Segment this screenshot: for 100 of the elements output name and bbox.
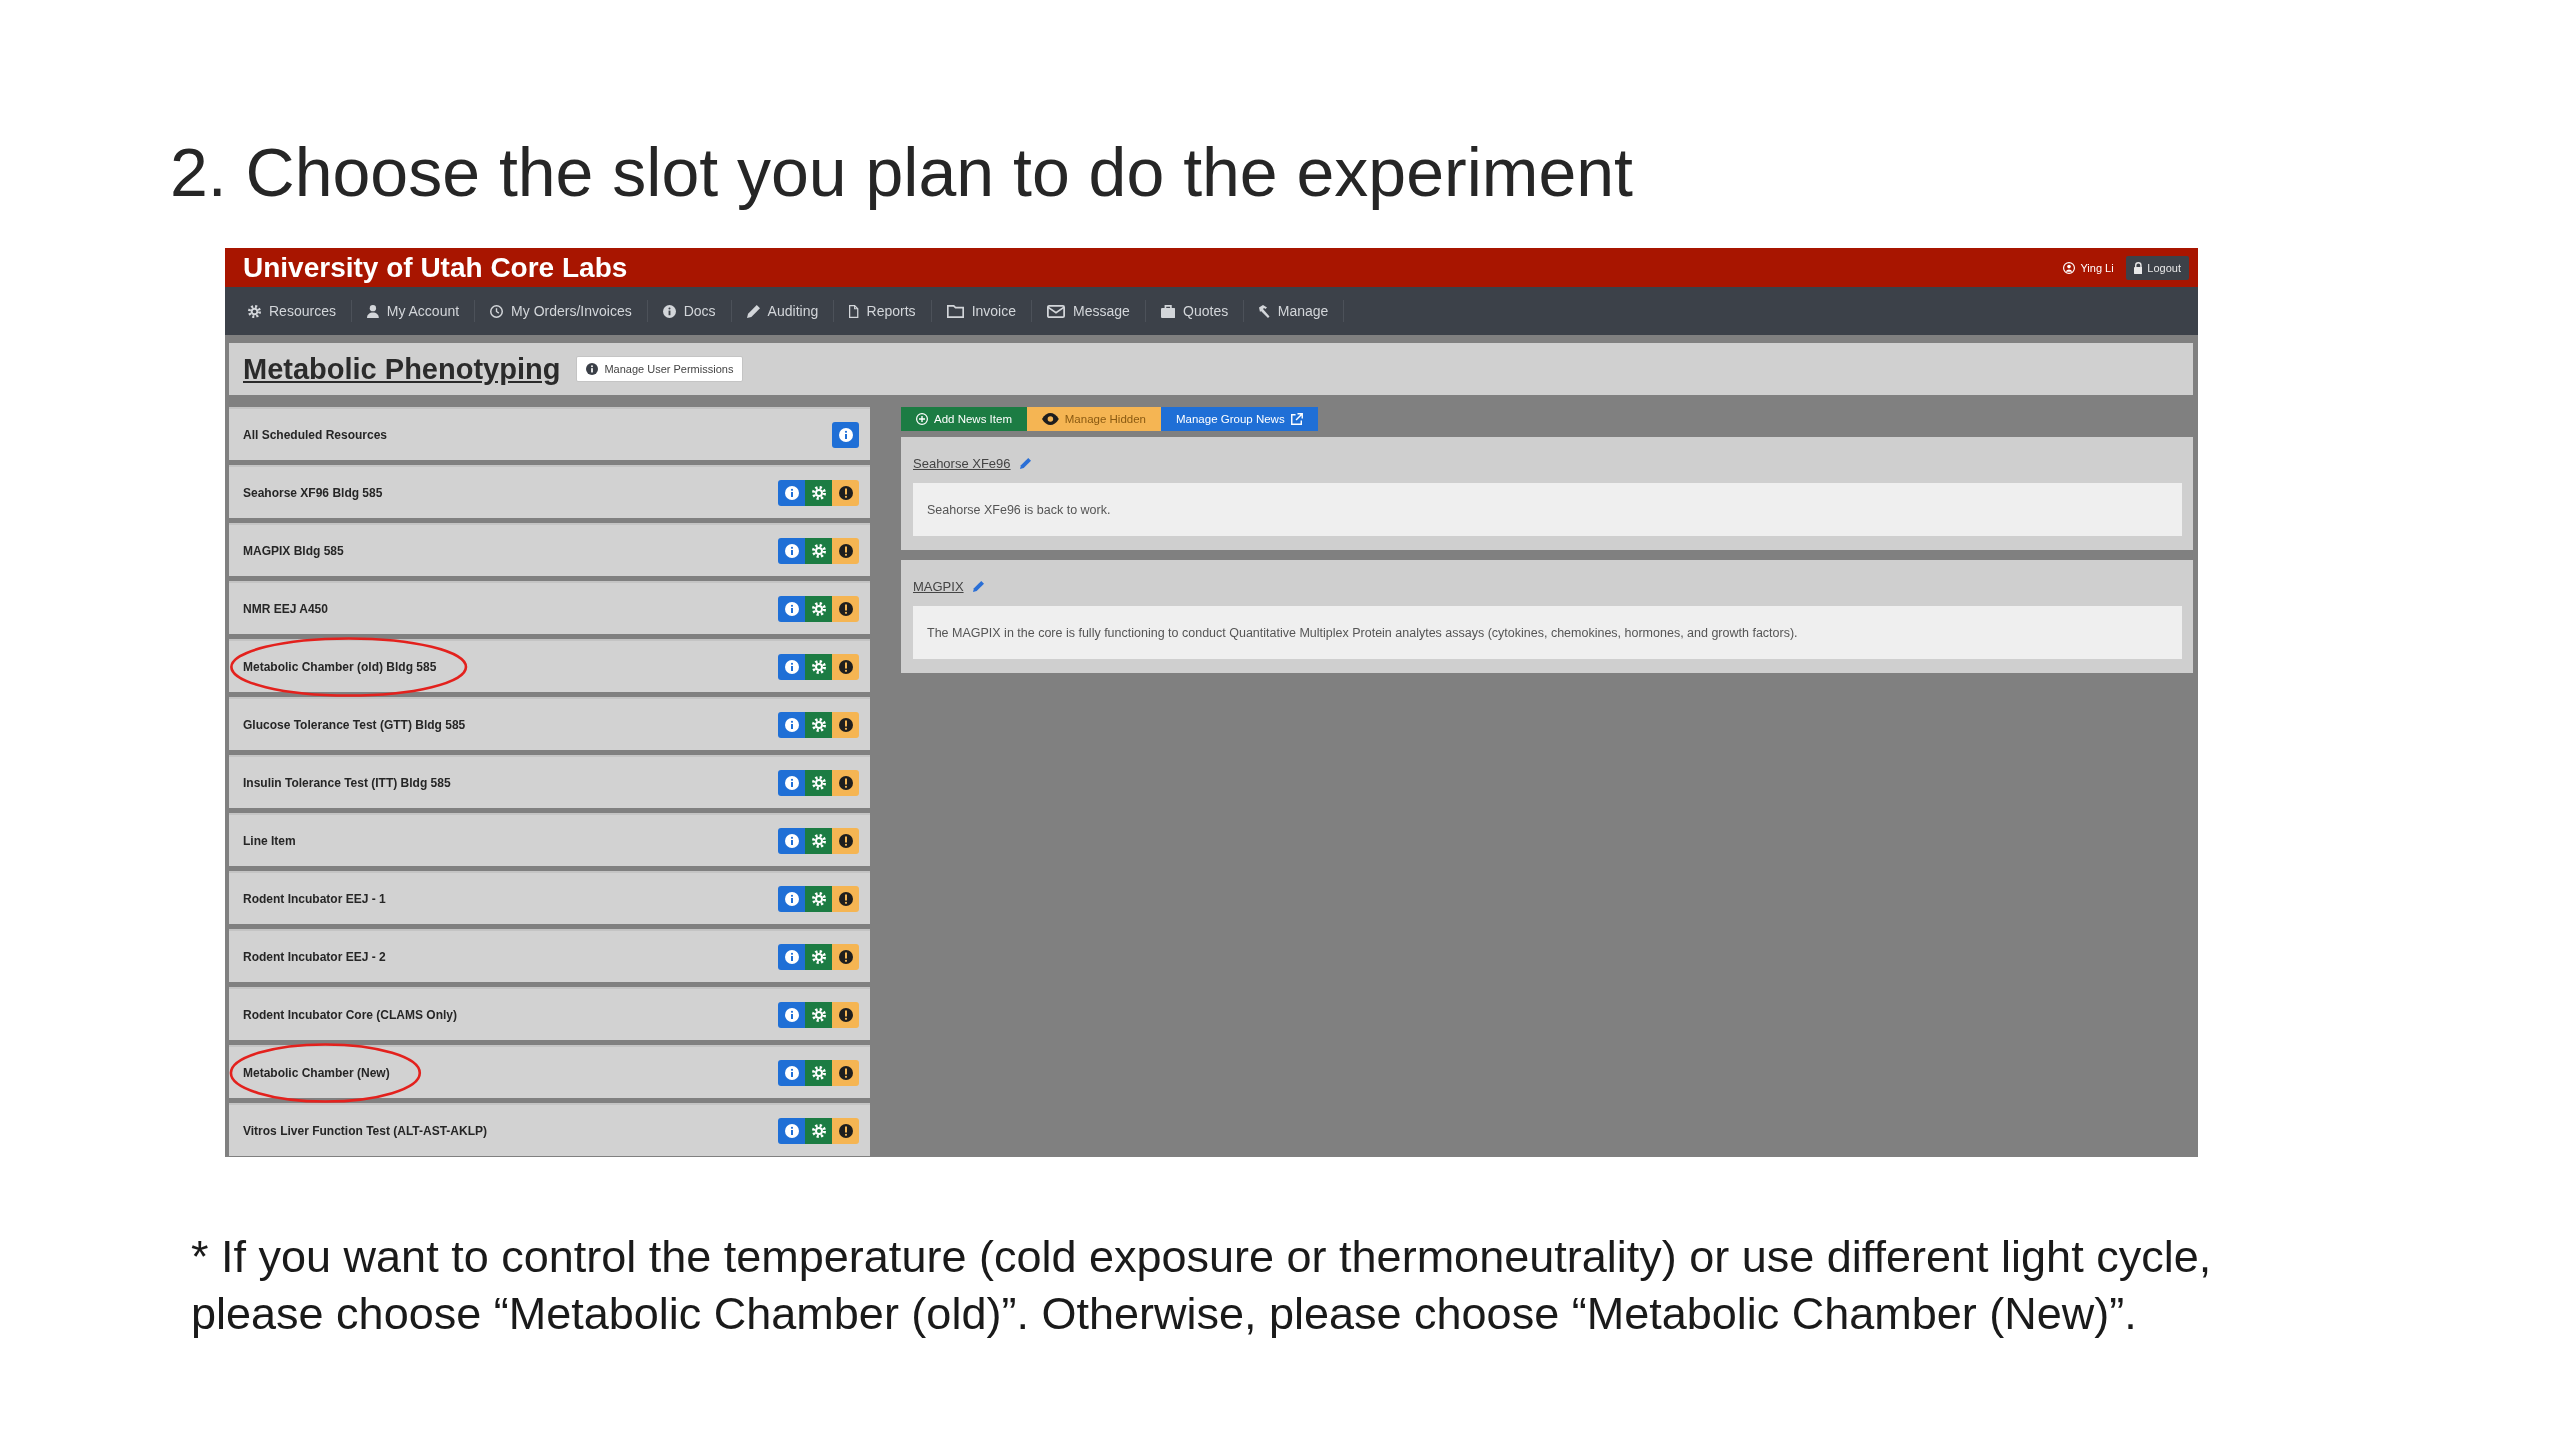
settings-button[interactable]	[805, 885, 832, 912]
news-title-link[interactable]: Seahorse XFe96	[913, 455, 1011, 471]
info-button[interactable]	[778, 537, 805, 564]
resource-row[interactable]: Rodent Incubator EEJ - 1	[229, 871, 870, 924]
gear-icon	[811, 659, 826, 674]
slide-title: 2. Choose the slot you plan to do the experiment	[170, 133, 1633, 212]
nav-item[interactable]: Reports	[834, 300, 932, 322]
settings-button[interactable]	[805, 537, 832, 564]
settings-button[interactable]	[805, 1059, 832, 1086]
info-button[interactable]	[832, 421, 859, 448]
resource-row[interactable]: Seahorse XF96 Bldg 585	[229, 465, 870, 518]
resource-row[interactable]: Glucose Tolerance Test (GTT) Bldg 585	[229, 697, 870, 750]
alert-button[interactable]	[832, 537, 859, 564]
info-button[interactable]	[778, 1001, 805, 1028]
settings-button[interactable]	[805, 653, 832, 680]
file-icon	[849, 304, 859, 318]
alert-button[interactable]	[832, 827, 859, 854]
nav-item[interactable]: Quotes	[1145, 300, 1245, 322]
settings-button[interactable]	[805, 1117, 832, 1144]
alert-button[interactable]	[832, 595, 859, 622]
resource-row[interactable]: All Scheduled Resources	[229, 407, 870, 460]
alert-button[interactable]	[832, 769, 859, 796]
eye-icon	[1042, 413, 1059, 425]
settings-button[interactable]	[805, 595, 832, 622]
nav-item[interactable]: Resources	[233, 300, 352, 322]
resource-name: Seahorse XF96 Bldg 585	[243, 485, 383, 500]
settings-button[interactable]	[805, 479, 832, 506]
resource-row[interactable]: Rodent Incubator EEJ - 2	[229, 929, 870, 982]
info-button[interactable]	[778, 653, 805, 680]
pencil-icon[interactable]	[1019, 457, 1031, 469]
user-link[interactable]: Ying Li	[2063, 261, 2114, 274]
alert-button[interactable]	[832, 1001, 859, 1028]
info-button[interactable]	[778, 827, 805, 854]
alert-button[interactable]	[832, 885, 859, 912]
info-button[interactable]	[778, 595, 805, 622]
manage-permissions-button[interactable]: Manage User Permissions	[576, 356, 744, 382]
group-news-button[interactable]: Manage Group News	[1161, 407, 1318, 431]
gear-icon	[811, 949, 826, 964]
resource-name: Insulin Tolerance Test (ITT) Bldg 585	[243, 775, 451, 790]
resource-row[interactable]: Vitros Liver Function Test (ALT-AST-AKLP)	[229, 1103, 870, 1156]
settings-button[interactable]	[805, 769, 832, 796]
info-icon	[784, 1123, 799, 1138]
info-icon	[586, 363, 599, 375]
alert-button[interactable]	[832, 653, 859, 680]
gear-icon	[811, 1123, 826, 1138]
pencil-icon	[746, 304, 760, 318]
info-button[interactable]	[778, 711, 805, 738]
resource-row[interactable]: MAGPIX Bldg 585	[229, 523, 870, 576]
clock-icon	[490, 304, 504, 318]
hammer-icon	[1259, 304, 1270, 318]
settings-button[interactable]	[805, 1001, 832, 1028]
nav-item[interactable]: Manage	[1244, 300, 1345, 322]
gear-icon	[811, 717, 826, 732]
info-button[interactable]	[778, 885, 805, 912]
gear-icon	[811, 891, 826, 906]
page-title-link[interactable]: Metabolic Phenotyping	[243, 352, 561, 386]
info-icon	[784, 775, 799, 790]
alert-button[interactable]	[832, 711, 859, 738]
nav-item[interactable]: Auditing	[731, 300, 835, 322]
info-button[interactable]	[778, 769, 805, 796]
resource-name: Metabolic Chamber (New)	[243, 1065, 390, 1080]
news-title-link[interactable]: MAGPIX	[913, 578, 964, 594]
alert-button[interactable]	[832, 1117, 859, 1144]
resource-name: Glucose Tolerance Test (GTT) Bldg 585	[243, 717, 466, 732]
nav-item[interactable]: My Orders/Invoices	[475, 300, 648, 322]
site-title: University of Utah Core Labs	[243, 251, 628, 284]
settings-button[interactable]	[805, 711, 832, 738]
gear-icon	[811, 775, 826, 790]
lock-icon	[2133, 261, 2143, 274]
alert-button[interactable]	[832, 1059, 859, 1086]
info-button[interactable]	[778, 1059, 805, 1086]
resource-name: Line Item	[243, 833, 296, 848]
nav-item[interactable]: My Account	[351, 300, 476, 322]
alert-button[interactable]	[832, 943, 859, 970]
info-button[interactable]	[778, 943, 805, 970]
news-text: Seahorse XFe96 is back to work.	[927, 502, 1111, 517]
resource-row[interactable]: Rodent Incubator Core (CLAMS Only)	[229, 987, 870, 1040]
nav-item[interactable]: Invoice	[931, 300, 1032, 322]
info-icon	[784, 601, 799, 616]
add-news-button[interactable]: Add News Item	[901, 407, 1027, 431]
user-circle-icon	[2063, 261, 2076, 274]
settings-button[interactable]	[805, 827, 832, 854]
settings-button[interactable]	[805, 943, 832, 970]
nav-item[interactable]: Message	[1032, 300, 1146, 322]
resource-row[interactable]: Insulin Tolerance Test (ITT) Bldg 585	[229, 755, 870, 808]
alert-icon	[838, 1123, 853, 1138]
info-button[interactable]	[778, 479, 805, 506]
pencil-icon[interactable]	[972, 580, 984, 592]
resource-row[interactable]: Line Item	[229, 813, 870, 866]
logout-button[interactable]: Logout	[2125, 255, 2189, 280]
nav-item[interactable]: Docs	[647, 300, 732, 322]
alert-icon	[838, 1007, 853, 1022]
alert-icon	[838, 949, 853, 964]
gear-icon	[811, 1065, 826, 1080]
alert-icon	[838, 833, 853, 848]
resource-name: Rodent Incubator EEJ - 2	[243, 949, 386, 964]
info-button[interactable]	[778, 1117, 805, 1144]
alert-button[interactable]	[832, 479, 859, 506]
gear-icon	[811, 1007, 826, 1022]
resource-row[interactable]: NMR EEJ A450	[229, 581, 870, 634]
